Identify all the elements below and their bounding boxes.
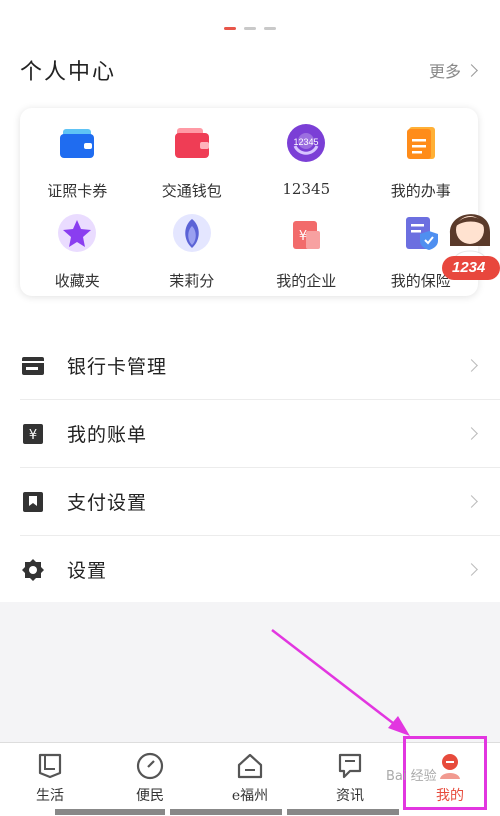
service-item-favorites[interactable]: 收藏夹 <box>20 210 135 296</box>
menu-item-my-bills[interactable]: ¥ 我的账单 <box>20 400 500 468</box>
menu-item-bank-card[interactable]: 银行卡管理 <box>20 332 500 400</box>
transit-wallet-icon <box>169 120 215 166</box>
settings-list: 银行卡管理 ¥ 我的账单 支付设置 设置 <box>0 332 500 603</box>
bill-yuan-icon: ¥ <box>20 421 46 447</box>
wallet-card-icon <box>54 120 100 166</box>
more-label: 更多 <box>428 62 461 81</box>
services-card: 证照卡券 交通钱包 12345 12345 我的办事 收藏夹 茉莉分 ¥ 我的企… <box>20 108 478 296</box>
watermark-text: Bai 经验 <box>386 769 437 784</box>
bookmark-icon <box>20 489 46 515</box>
nav-label: 便民 <box>136 788 164 804</box>
page-indicator <box>0 27 500 30</box>
personal-center-header: 个人中心 更多 <box>20 52 478 86</box>
menu-label: 支付设置 <box>67 492 148 514</box>
nav-tab-convenience[interactable]: 便民 <box>100 743 200 816</box>
service-item-transit-wallet[interactable]: 交通钱包 <box>135 120 250 210</box>
chevron-right-icon <box>465 63 478 77</box>
nav-separator <box>170 809 282 815</box>
service-label: 茉莉分 <box>169 272 215 290</box>
page-title: 个人中心 <box>20 60 117 85</box>
background-band <box>0 602 500 742</box>
chevron-right-icon <box>465 359 478 372</box>
assistant-badge-text: 1234 <box>452 259 486 276</box>
menu-item-settings[interactable]: 设置 <box>20 536 500 603</box>
enterprise-yuan-icon: ¥ <box>283 210 329 256</box>
service-item-jasmine-score[interactable]: 茉莉分 <box>135 210 250 296</box>
menu-label: 我的账单 <box>67 424 148 446</box>
hotline-12345-icon: 12345 <box>283 120 329 166</box>
chevron-right-icon <box>465 427 478 440</box>
life-icon <box>38 753 62 779</box>
page-dot <box>244 27 256 30</box>
home-icon <box>237 753 263 779</box>
service-label: 交通钱包 <box>161 182 222 200</box>
affairs-folder-icon <box>398 120 444 166</box>
compass-icon <box>136 752 164 780</box>
menu-item-payment-settings[interactable]: 支付设置 <box>20 468 500 536</box>
insurance-shield-icon <box>398 210 444 256</box>
nav-tab-efuzhou[interactable]: e福州 <box>200 743 300 816</box>
page-dot <box>264 27 276 30</box>
nav-label: 生活 <box>36 788 64 804</box>
svg-text:¥: ¥ <box>299 229 307 244</box>
service-item-12345[interactable]: 12345 12345 <box>249 120 364 210</box>
nav-separator <box>287 809 399 815</box>
jasmine-score-icon <box>169 210 215 256</box>
service-label: 证照卡券 <box>47 182 108 200</box>
nav-tab-news[interactable]: 资讯 <box>300 743 400 816</box>
star-favorites-icon <box>54 210 100 256</box>
nav-label: 资讯 <box>336 788 364 804</box>
menu-label: 银行卡管理 <box>67 356 168 378</box>
chevron-right-icon <box>465 563 478 576</box>
floating-assistant[interactable]: 1234 <box>438 196 500 288</box>
svg-text:12345: 12345 <box>294 137 319 147</box>
gear-icon <box>20 557 46 583</box>
nav-tab-life[interactable]: 生活 <box>0 743 100 816</box>
service-item-my-enterprise[interactable]: ¥ 我的企业 <box>249 210 364 296</box>
service-label: 我的企业 <box>276 272 337 290</box>
page-dot-active <box>224 27 236 30</box>
service-label: 12345 <box>282 180 331 198</box>
menu-label: 设置 <box>67 560 108 582</box>
more-link[interactable]: 更多 <box>428 58 478 82</box>
chevron-right-icon <box>465 495 478 508</box>
nav-label: e福州 <box>231 788 269 804</box>
service-label: 收藏夹 <box>54 272 100 290</box>
service-item-certificates[interactable]: 证照卡券 <box>20 120 135 210</box>
svg-text:¥: ¥ <box>29 428 37 443</box>
news-flag-icon <box>338 753 362 779</box>
nav-separator <box>55 809 165 815</box>
bank-card-icon <box>20 353 46 379</box>
